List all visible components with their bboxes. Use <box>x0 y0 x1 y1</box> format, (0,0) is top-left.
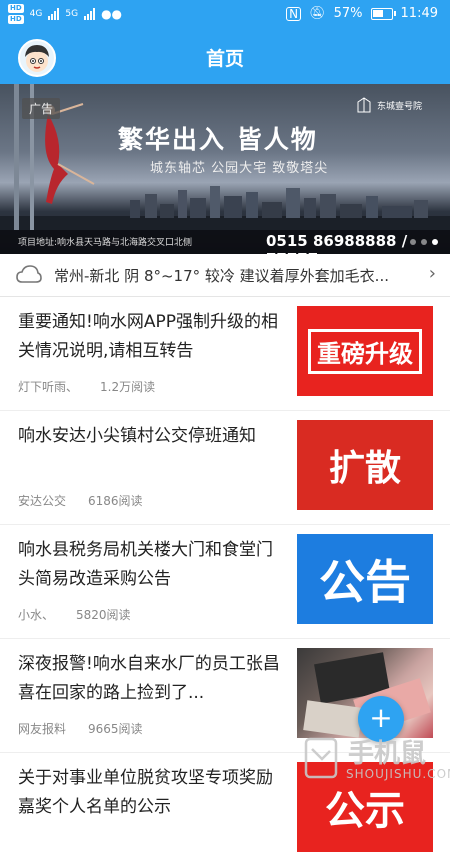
watermark-url: SHOUJISHU.COM <box>346 767 450 781</box>
banner-subline: 城东轴芯 公园大宅 致敬塔尖 <box>150 161 329 176</box>
news-thumbnail[interactable]: 扩散 <box>297 420 433 510</box>
status-right: N 🔕︎ 57% 11:49 <box>286 6 438 21</box>
nfc-icon: N <box>286 6 302 21</box>
news-item[interactable]: 重要通知!响水网APP强制升级的相关情况说明,请相互转告 灯下听雨、 1.2万阅读… <box>0 296 450 411</box>
network-label-2: 5G <box>65 8 79 19</box>
news-title[interactable]: 关于对事业单位脱贫攻坚专项奖励嘉奖个人名单的公示 <box>18 764 280 822</box>
news-meta: 灯下听雨、 1.2万阅读 <box>18 378 155 395</box>
network-label: 4G <box>29 8 43 19</box>
banner-address: 项目地址:响水县天马路与北海路交叉口北侧 <box>18 238 193 248</box>
brand-name: 东城壹号院 <box>377 102 423 112</box>
battery-icon <box>370 7 396 20</box>
news-meta: 网友报料 9665阅读 <box>18 720 143 737</box>
weather-bar[interactable]: 常州-新北 阴 8°~17° 较冷 建议着厚外套加毛衣... › <box>0 254 450 297</box>
thumbnail-text: 扩散 <box>328 448 401 489</box>
thumbnail-text: 重磅升级 <box>308 328 422 374</box>
banner-ad[interactable]: 广告 东城壹号院 繁华出入 皆人物 城东轴芯 公园大宅 致敬塔尖 项目地址:响水… <box>0 84 450 254</box>
hd-badges: HD HD <box>8 4 24 24</box>
news-meta: 小水、 5820阅读 <box>18 606 131 623</box>
page-title: 首页 <box>205 48 244 70</box>
status-left: HD HD 4G 5G ●● <box>8 4 122 24</box>
watermark: 手机鼠 SHOUJISHU.COM <box>300 725 450 800</box>
carousel-dot[interactable] <box>410 239 416 245</box>
mouse-logo-icon <box>304 737 338 779</box>
news-title[interactable]: 响水县税务局机关楼大门和食堂门头简易改造采购公告 <box>18 536 280 594</box>
news-reads: 6186阅读 <box>88 494 143 508</box>
news-reads: 9665阅读 <box>88 722 143 736</box>
weather-text: 常州-新北 阴 8°~17° 较冷 建议着厚外套加毛衣... <box>54 267 389 285</box>
banner-footer: 项目地址:响水县天马路与北海路交叉口北侧 0515 86988888 / 777… <box>0 230 450 254</box>
signal-icon <box>84 8 96 20</box>
news-reads: 5820阅读 <box>76 608 131 622</box>
news-author: 网友报料 <box>18 722 67 736</box>
news-item[interactable]: 响水县税务局机关楼大门和食堂门头简易改造采购公告 小水、 5820阅读 公告 <box>0 524 450 639</box>
watermark-title: 手机鼠 <box>348 739 427 769</box>
news-meta: 安达公交 6186阅读 <box>18 492 143 509</box>
hd-badge: HD <box>8 15 24 24</box>
wechat-icon: ●● <box>101 6 123 21</box>
news-title[interactable]: 重要通知!响水网APP强制升级的相关情况说明,请相互转告 <box>18 308 280 366</box>
chevron-right-icon[interactable]: › <box>429 263 436 284</box>
status-bar: HD HD 4G 5G ●● N 🔕︎ 57% 11:49 <box>0 0 450 30</box>
news-title[interactable]: 深夜报警!响水自来水厂的员工张昌喜在回家的路上捡到了... <box>18 650 280 708</box>
battery-fill <box>372 9 383 17</box>
carousel-dot[interactable] <box>421 239 427 245</box>
top-nav-bar: 首页 <box>0 30 450 84</box>
news-thumbnail[interactable]: 公告 <box>297 534 433 624</box>
battery-percent: 57% <box>333 6 363 21</box>
news-item[interactable]: 响水安达小尖镇村公交停班通知 安达公交 6186阅读 扩散 <box>0 410 450 525</box>
news-thumbnail[interactable]: 重磅升级 <box>297 306 433 396</box>
signal-icon <box>48 8 60 20</box>
banner-headline: 繁华出入 皆人物 <box>118 125 318 154</box>
carousel-dot-active[interactable] <box>432 239 438 245</box>
clock: 11:49 <box>400 6 438 21</box>
thumbnail-text: 公告 <box>319 555 411 609</box>
cloud-icon <box>16 265 42 283</box>
news-author: 安达公交 <box>18 494 67 508</box>
mute-icon: 🔕︎ <box>309 6 326 21</box>
news-reads: 1.2万阅读 <box>100 380 156 394</box>
news-title[interactable]: 响水安达小尖镇村公交停班通知 <box>18 422 280 451</box>
news-author: 小水、 <box>18 608 55 622</box>
ad-label: 广告 <box>22 98 61 119</box>
hd-badge: HD <box>8 4 24 13</box>
carousel-dots <box>410 239 438 245</box>
news-author: 灯下听雨、 <box>18 380 79 394</box>
